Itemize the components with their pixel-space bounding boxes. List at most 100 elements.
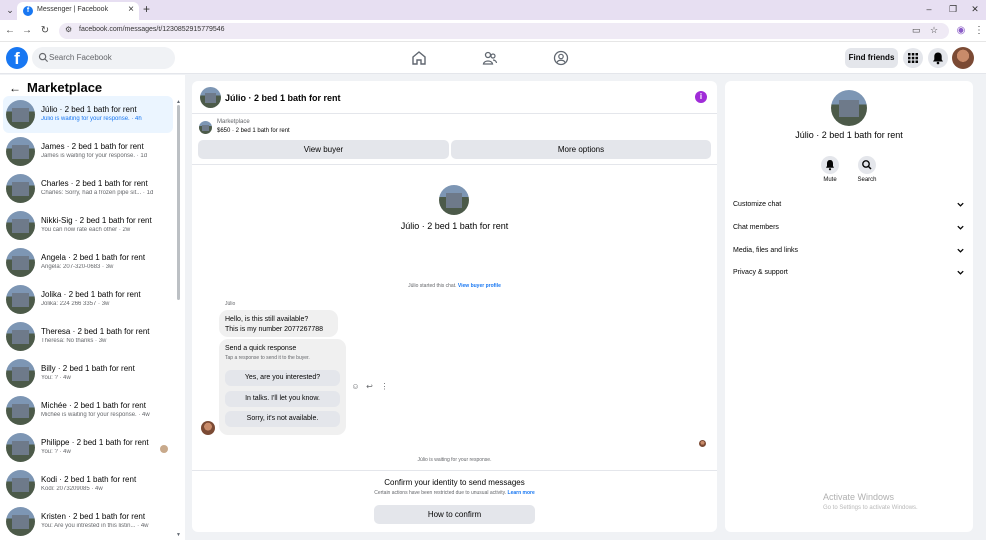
bookmark-star-icon[interactable]: ☆ — [930, 25, 938, 36]
search-in-chat-button[interactable] — [858, 156, 876, 174]
conversation-preview: Júlio is waiting for your response. · 4h — [41, 116, 142, 122]
sidebar-scrollbar[interactable] — [177, 105, 180, 300]
find-friends-button[interactable]: Find friends — [845, 48, 898, 68]
search-icon — [862, 160, 872, 170]
window-close-icon[interactable]: ✕ — [968, 3, 982, 15]
reload-icon[interactable]: ↻ — [38, 24, 52, 38]
reply-icon[interactable]: ↩ — [365, 382, 374, 391]
forward-arrow-icon[interactable]: → — [20, 24, 34, 38]
emoji-react-icon[interactable]: ☺ — [351, 382, 360, 391]
minimize-icon[interactable]: – — [922, 3, 936, 15]
conversation-item[interactable]: Júlio · 2 bed 1 bath for rent Júlio is w… — [3, 96, 173, 133]
address-bar[interactable]: ⚙ facebook.com/messages/t/12308529157795… — [59, 23, 949, 39]
conversation-item[interactable]: Kodi · 2 bed 1 bath for rent Kodi: 20732… — [3, 466, 173, 503]
chat-members-section[interactable]: Chat members — [733, 221, 965, 237]
learn-more-link[interactable]: Learn more — [508, 490, 535, 496]
more-options-button[interactable]: More options — [451, 140, 711, 159]
browser-tab[interactable]: f Messenger | Facebook × — [17, 2, 139, 20]
chevron-down-icon — [957, 202, 964, 207]
customize-chat-section[interactable]: Customize chat — [733, 198, 965, 214]
view-buyer-button[interactable]: View buyer — [198, 140, 449, 159]
menu-grid-button[interactable] — [903, 48, 923, 68]
privacy-support-section[interactable]: Privacy & support — [733, 266, 965, 282]
chevron-down-icon — [957, 270, 964, 275]
browser-menu-icon[interactable]: ⋮ — [972, 24, 986, 38]
chat-header: Júlio · 2 bed 1 bath for rent i — [192, 81, 717, 114]
view-buyer-profile-link[interactable]: View buyer profile — [458, 283, 501, 289]
conversation-name: Kristen · 2 bed 1 bath for rent — [41, 512, 146, 521]
quick-response-button[interactable]: In talks. I'll let you know. — [225, 391, 340, 407]
chat-panel: Júlio · 2 bed 1 bath for rent i Marketpl… — [192, 81, 717, 532]
conversation-name: Kodi · 2 bed 1 bath for rent — [41, 475, 137, 484]
conversation-item[interactable]: Angela · 2 bed 1 bath for rent Angela: 2… — [3, 244, 173, 281]
mute-button[interactable] — [821, 156, 839, 174]
conversation-item[interactable]: Charles · 2 bed 1 bath for rent Charles:… — [3, 170, 173, 207]
chat-started-notice: Júlio started this chat. View buyer prof… — [192, 283, 717, 289]
cast-icon[interactable]: ▭ — [912, 25, 921, 36]
messenger-favicon-icon: f — [23, 6, 33, 16]
tab-close-icon[interactable]: × — [128, 4, 134, 16]
back-arrow-icon[interactable]: ← — [3, 24, 17, 38]
conversation-name: Theresa · 2 bed 1 bath for rent — [41, 327, 150, 336]
groups-icon[interactable] — [553, 50, 569, 66]
listing-avatar — [6, 174, 35, 203]
new-tab-icon[interactable]: + — [143, 2, 150, 16]
tab-search-chevron-icon[interactable]: ⌄ — [3, 3, 17, 17]
divider — [192, 470, 717, 471]
home-icon[interactable] — [411, 50, 427, 66]
message-bubble[interactable]: Hello, is this still available? This is … — [219, 310, 338, 337]
listing-avatar — [6, 285, 35, 314]
grid-icon — [908, 53, 918, 63]
marketplace-label: Marketplace — [217, 119, 250, 125]
scroll-down-arrow-icon[interactable]: ▼ — [176, 532, 181, 538]
conversation-name: Júlio · 2 bed 1 bath for rent — [41, 105, 137, 114]
conversation-item[interactable]: Michée · 2 bed 1 bath for rent Michée is… — [3, 392, 173, 429]
more-actions-icon[interactable]: ⋮ — [380, 382, 389, 391]
bell-icon — [826, 160, 834, 171]
details-title: Júlio · 2 bed 1 bath for rent — [795, 130, 903, 140]
restore-icon[interactable]: ❐ — [946, 3, 960, 15]
conversation-name: Philippe · 2 bed 1 bath for rent — [41, 438, 149, 447]
conversation-item[interactable]: Philippe · 2 bed 1 bath for rent You: ? … — [3, 429, 173, 466]
section-label: Privacy & support — [733, 269, 788, 276]
notifications-button[interactable] — [928, 48, 948, 68]
conversation-item[interactable]: James · 2 bed 1 bath for rent James is w… — [3, 133, 173, 170]
conversation-preview: Kodi: 2073209085 · 4w — [41, 486, 103, 492]
facebook-logo-icon[interactable]: f — [6, 47, 28, 69]
conversation-item[interactable]: Jolika · 2 bed 1 bath for rent Jolika: 2… — [3, 281, 173, 318]
waiting-notice: Júlio is waiting for your response. — [417, 457, 492, 463]
started-text: Júlio started this chat. — [408, 283, 457, 289]
profile-icon[interactable]: ◉ — [954, 24, 968, 38]
info-icon[interactable]: i — [695, 91, 707, 103]
search-icon — [38, 52, 49, 63]
conversation-preview: You: Are you intrested in this listin...… — [41, 523, 149, 529]
listing-avatar — [6, 248, 35, 277]
conversation-item[interactable]: Nikki-Sig · 2 bed 1 bath for rent You ca… — [3, 207, 173, 244]
chat-title[interactable]: Júlio · 2 bed 1 bath for rent — [225, 93, 341, 103]
search-label: Search — [857, 177, 877, 183]
sender-name: Júlio — [225, 301, 236, 307]
quick-response-button[interactable]: Yes, are you interested? — [225, 370, 340, 386]
conversation-item[interactable]: Billy · 2 bed 1 bath for rent You: ? · 4… — [3, 355, 173, 392]
chat-avatar[interactable] — [200, 87, 221, 108]
friends-icon[interactable] — [482, 50, 498, 66]
conversation-preview: You: ? · 4w — [41, 375, 71, 381]
conversation-preview: You: ? · 4w — [41, 449, 71, 455]
quick-response-button[interactable]: Sorry, it's not available. — [225, 411, 340, 427]
back-arrow-icon[interactable]: ← — [9, 81, 21, 95]
account-avatar[interactable] — [952, 47, 974, 69]
conversation-preview: James is waiting for your response. · 1d — [41, 153, 148, 159]
listing-price: $650 · 2 bed 1 bath for rent — [217, 128, 290, 134]
conversation-item[interactable]: Theresa · 2 bed 1 bath for rent Theresa:… — [3, 318, 173, 355]
site-info-icon[interactable]: ⚙ — [65, 25, 72, 34]
url-text[interactable]: facebook.com/messages/t/1230852915779546 — [79, 26, 225, 33]
how-to-confirm-button[interactable]: How to confirm — [374, 505, 535, 524]
activate-windows-subtitle: Go to Settings to activate Windows. — [823, 505, 918, 511]
seen-avatar — [699, 440, 706, 447]
marketplace-listing-thumbnail — [199, 121, 212, 134]
section-label: Media, files and links — [733, 247, 798, 254]
facebook-header: f Search Facebook Find friends — [0, 42, 986, 74]
conversation-item[interactable]: Kristen · 2 bed 1 bath for rent You: Are… — [3, 503, 173, 540]
media-files-links-section[interactable]: Media, files and links — [733, 244, 965, 260]
hero-title: Júlio · 2 bed 1 bath for rent — [400, 221, 509, 231]
